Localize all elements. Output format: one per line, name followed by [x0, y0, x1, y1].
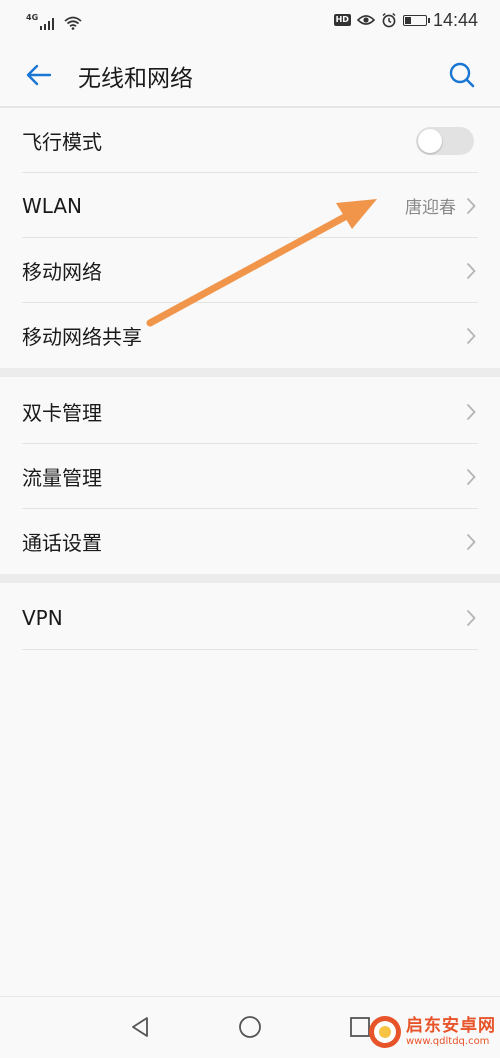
back-arrow-icon — [26, 64, 52, 86]
row-label: 双卡管理 — [22, 401, 102, 425]
toggle-knob — [418, 129, 442, 153]
row-label: 移动网络 — [22, 260, 102, 284]
chevron-right-icon — [466, 468, 476, 486]
network-type: 4G — [26, 13, 39, 22]
row-label: 通话设置 — [22, 531, 102, 555]
search-icon — [449, 62, 475, 88]
row-label: 移动网络共享 — [22, 325, 142, 349]
wlan-row[interactable]: WLAN 唐迎春 — [0, 173, 500, 238]
battery-icon — [402, 14, 430, 26]
row-label: WLAN — [22, 193, 83, 218]
wlan-connected-network: 唐迎春 — [405, 198, 456, 218]
eye-comfort-icon — [356, 15, 375, 25]
row-label: VPN — [22, 605, 63, 630]
airplane-mode-toggle[interactable] — [416, 127, 474, 155]
status-bar: 4G HD 14:44 — [0, 0, 500, 40]
battery-fill — [404, 16, 411, 24]
nav-home-icon — [239, 1016, 261, 1038]
wifi-icon — [64, 16, 82, 30]
row-label: 流量管理 — [22, 466, 102, 490]
nav-back-button[interactable] — [120, 1009, 160, 1045]
chevron-right-icon — [466, 262, 476, 280]
data-usage-row[interactable]: 流量管理 — [0, 444, 500, 509]
dual-sim-row[interactable]: 双卡管理 — [0, 379, 500, 444]
status-left: 4G — [26, 10, 82, 30]
chevron-right-icon — [466, 533, 476, 551]
watermark-text: 启东安卓网 www.qdltdq.com — [406, 1016, 496, 1048]
settings-group-network: 飞行模式 WLAN 唐迎春 移动网络 移动网络共享 — [0, 108, 500, 368]
alarm-icon — [382, 12, 396, 28]
page-title: 无线和网络 — [78, 66, 193, 92]
settings-group-vpn: VPN — [0, 585, 500, 650]
call-settings-row[interactable]: 通话设置 — [0, 509, 500, 574]
status-right: HD 14:44 — [333, 9, 478, 31]
chevron-right-icon — [466, 403, 476, 421]
vpn-row[interactable]: VPN — [0, 585, 500, 650]
airplane-mode-row[interactable]: 飞行模式 — [0, 108, 500, 173]
settings-group-sim: 双卡管理 流量管理 通话设置 — [0, 379, 500, 574]
group-separator — [0, 368, 500, 377]
search-button[interactable] — [438, 53, 486, 97]
group-separator — [0, 574, 500, 583]
nav-home-button[interactable] — [230, 1009, 270, 1045]
app-bar: 无线和网络 — [0, 40, 500, 106]
signal-icon — [40, 18, 55, 30]
watermark-logo-icon — [369, 1016, 401, 1048]
tethering-row[interactable]: 移动网络共享 — [0, 303, 500, 368]
watermark-title: 启东安卓网 — [406, 1016, 496, 1036]
status-time: 14:44 — [432, 9, 478, 30]
watermark: 启东安卓网 www.qdltdq.com — [368, 1015, 496, 1049]
nav-back-icon — [132, 1017, 148, 1037]
chevron-right-icon — [466, 327, 476, 345]
row-divider — [22, 649, 478, 650]
chevron-right-icon — [466, 197, 476, 215]
back-button[interactable] — [14, 53, 62, 97]
watermark-url: www.qdltdq.com — [406, 1036, 490, 1047]
chevron-right-icon — [466, 609, 476, 627]
hd-icon: HD — [333, 14, 351, 26]
row-label: 飞行模式 — [22, 130, 102, 154]
mobile-network-row[interactable]: 移动网络 — [0, 238, 500, 303]
